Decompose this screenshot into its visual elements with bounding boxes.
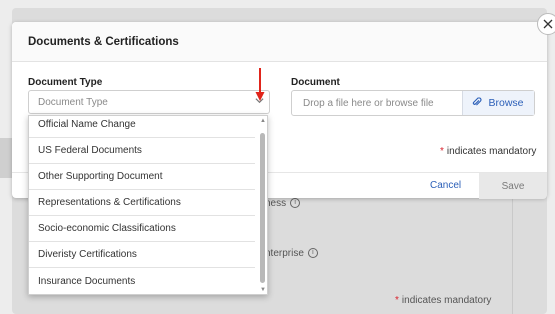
paperclip-icon: [470, 95, 486, 111]
document-dropzone-placeholder: Drop a file here or browse file: [303, 98, 434, 109]
close-icon[interactable]: [537, 13, 555, 35]
document-type-select[interactable]: Document Type: [28, 90, 270, 114]
dropdown-option[interactable]: Diveristy Certifications: [29, 242, 255, 268]
background-label-1: ness i: [265, 198, 301, 209]
scrollbar-thumb[interactable]: [260, 133, 265, 283]
background-mandatory-note: * indicates mandatory: [395, 295, 491, 306]
mandatory-note: * indicates mandatory: [440, 146, 536, 157]
required-star: *: [395, 295, 399, 306]
annotation-arrow-icon: [255, 68, 265, 101]
document-type-placeholder: Document Type: [38, 97, 108, 108]
cancel-button[interactable]: Cancel: [430, 180, 461, 191]
dropdown-option[interactable]: Socio-economic Classifications: [29, 216, 255, 242]
scroll-up-icon[interactable]: ▲: [260, 118, 266, 124]
info-icon: i: [290, 198, 301, 209]
modal-header: Documents & Certifications: [12, 22, 547, 62]
required-star: *: [440, 146, 444, 157]
info-icon: i: [307, 248, 318, 259]
dropdown-option[interactable]: Official Name Change: [29, 116, 255, 138]
background-left-strip: [0, 138, 12, 178]
background-label-2-text: nterprise: [265, 248, 304, 259]
background-label-2: nterprise i: [265, 248, 318, 259]
save-button[interactable]: Save: [479, 173, 547, 199]
browse-button[interactable]: Browse: [462, 91, 534, 115]
document-type-dropdown[interactable]: Official Name Change US Federal Documents…: [28, 115, 268, 295]
dropdown-option[interactable]: Other Supporting Document: [29, 164, 255, 190]
dropdown-option-list: Official Name Change US Federal Documents…: [29, 116, 255, 294]
document-dropzone[interactable]: Drop a file here or browse file Browse: [291, 90, 535, 116]
save-label: Save: [501, 180, 525, 192]
document-label: Document: [291, 77, 340, 88]
scroll-down-icon[interactable]: ▼: [260, 287, 266, 293]
mandatory-text: indicates mandatory: [446, 146, 537, 157]
background-divider: [512, 196, 513, 314]
modal-title: Documents & Certifications: [28, 35, 179, 48]
background-label-1-text: ness: [265, 198, 287, 209]
document-type-label: Document Type: [28, 77, 103, 88]
dropdown-option[interactable]: Representations & Certifications: [29, 190, 255, 216]
background-mandatory-text: indicates mandatory: [401, 295, 492, 306]
dropdown-option[interactable]: US Federal Documents: [29, 138, 255, 164]
dropdown-scrollbar[interactable]: ▲ ▼: [259, 118, 266, 293]
dropdown-option[interactable]: Insurance Documents: [29, 268, 255, 294]
browse-label: Browse: [488, 97, 524, 109]
